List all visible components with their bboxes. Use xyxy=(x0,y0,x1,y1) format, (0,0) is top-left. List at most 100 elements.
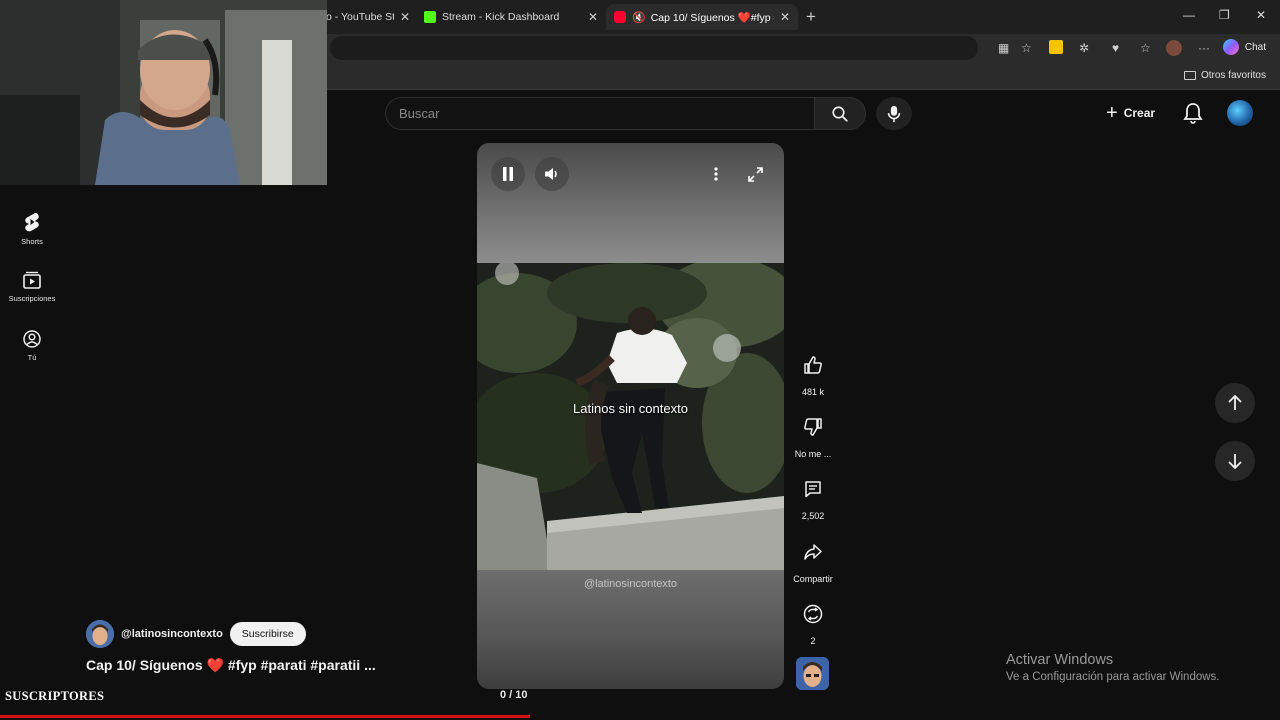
channel-name[interactable]: @latinosincontexto xyxy=(121,628,223,640)
channel-avatar-image xyxy=(86,620,114,648)
search-input[interactable]: Buscar xyxy=(385,97,815,130)
subscriber-goal-bar xyxy=(0,715,530,718)
search-icon xyxy=(832,105,848,122)
app-available-icon[interactable]: ▦ xyxy=(998,41,1009,55)
new-tab-button[interactable]: + xyxy=(806,7,816,27)
blurred-frame-top xyxy=(477,143,784,263)
performance-icon[interactable]: ♥ xyxy=(1112,41,1119,55)
subscribers-overlay-label: SUSCRIPTORES xyxy=(5,689,105,703)
like-count: 481 k xyxy=(801,387,825,397)
guide-label: Shorts xyxy=(21,237,43,246)
dislike-label: No me ... xyxy=(794,449,832,459)
next-short-button[interactable] xyxy=(1215,441,1255,481)
folder-icon xyxy=(1183,71,1196,80)
account-avatar[interactable] xyxy=(1227,100,1253,126)
muted-speaker-icon[interactable]: 🔇 xyxy=(632,11,646,24)
favorite-star-icon[interactable]: ☆ xyxy=(1021,41,1032,55)
extensions-puzzle-icon[interactable]: ✲ xyxy=(1079,41,1089,55)
close-icon[interactable]: ✕ xyxy=(588,10,598,24)
kick-icon xyxy=(424,11,436,23)
remix-count: 2 xyxy=(810,636,816,646)
share-label: Compartir xyxy=(793,574,833,584)
tab-title: Cap 10/ Síguenos ❤️#fyp #p xyxy=(650,11,774,24)
shorts-player[interactable]: Latinos sin contexto @latinosincontexto xyxy=(477,143,784,689)
webcam-image xyxy=(0,0,327,185)
voice-search-button[interactable] xyxy=(876,97,912,130)
extension-icon[interactable] xyxy=(1049,40,1063,54)
dislike-button[interactable]: No me ... xyxy=(790,412,836,459)
share-icon xyxy=(804,544,822,560)
plus-icon: + xyxy=(1106,101,1118,124)
more-options-button[interactable] xyxy=(699,157,733,191)
folder-label: Otros favoritos xyxy=(1200,70,1266,81)
comment-count: 2,502 xyxy=(801,511,825,521)
restore-icon[interactable]: ❐ xyxy=(1219,8,1230,22)
volume-button[interactable] xyxy=(535,157,569,191)
arrow-up-icon xyxy=(1228,395,1242,410)
share-button[interactable]: Compartir xyxy=(790,537,836,584)
you-icon xyxy=(23,330,41,348)
subscribe-button[interactable]: Suscribirse xyxy=(229,622,306,646)
more-vert-icon xyxy=(714,167,718,181)
arrow-down-icon xyxy=(1228,454,1242,469)
thumbs-down-icon xyxy=(804,418,822,436)
tab-youtube-studio[interactable]: o - YouTube Stu ✕ xyxy=(318,4,418,30)
comment-icon xyxy=(805,481,821,498)
shorts-icon xyxy=(25,212,39,232)
create-button[interactable]: + Crear xyxy=(1106,99,1155,127)
tab-kick-dashboard[interactable]: Stream - Kick Dashboard ✕ xyxy=(416,4,606,30)
video-frame xyxy=(477,263,784,570)
video-title[interactable]: Cap 10/ Síguenos ❤️ #fyp #parati #parati… xyxy=(86,657,376,674)
copilot-chat-button[interactable]: Chat xyxy=(1222,39,1266,55)
comments-button[interactable]: 2,502 xyxy=(790,474,836,521)
copilot-label: Chat xyxy=(1244,41,1266,53)
windows-activation-watermark: Activar Windows Ve a Configuración para … xyxy=(1006,652,1220,683)
close-icon[interactable]: ✕ xyxy=(400,10,410,24)
progress-counter: 0 / 10 xyxy=(500,689,528,701)
guide-item-subscriptions[interactable]: Suscripciones xyxy=(0,271,64,303)
video-watermark: @latinosincontexto xyxy=(583,578,678,590)
youtube-icon xyxy=(614,11,626,23)
more-menu-icon[interactable]: ··· xyxy=(1198,41,1210,55)
tab-youtube-short[interactable]: 🔇 Cap 10/ Síguenos ❤️#fyp #p ✕ xyxy=(606,4,798,30)
channel-avatar-image xyxy=(796,657,829,690)
title-suffix: #fyp #parati #paratii ... xyxy=(224,657,376,673)
guide-item-you[interactable]: Tú xyxy=(0,330,64,362)
previous-short-button[interactable] xyxy=(1215,383,1255,423)
collections-icon[interactable]: ☆ xyxy=(1140,41,1151,55)
title-prefix: Cap 10/ Síguenos xyxy=(86,657,207,673)
guide-label: Tú xyxy=(27,353,37,362)
volume-icon xyxy=(545,168,557,180)
channel-avatar[interactable] xyxy=(86,620,114,648)
microphone-icon xyxy=(887,105,901,122)
notifications-bell-icon[interactable] xyxy=(1183,102,1203,124)
video-overlay-text: Latinos sin contexto xyxy=(573,401,688,416)
profile-avatar-icon[interactable] xyxy=(1166,40,1182,56)
tab-title: o - YouTube Stu xyxy=(326,11,394,23)
webcam-overlay xyxy=(0,0,327,185)
channel-thumbnail[interactable] xyxy=(796,657,829,690)
subscriptions-icon xyxy=(23,271,41,289)
channel-row: @latinosincontexto Suscribirse xyxy=(86,620,306,648)
create-label: Crear xyxy=(1123,106,1156,120)
thumbs-up-icon xyxy=(804,356,822,374)
fullscreen-button[interactable] xyxy=(738,157,772,191)
address-bar[interactable] xyxy=(330,36,978,60)
expand-icon xyxy=(747,166,763,182)
like-button[interactable]: 481 k xyxy=(790,350,836,397)
heart-emoji: ❤️ xyxy=(206,657,225,673)
search-placeholder: Buscar xyxy=(399,106,440,121)
copilot-icon xyxy=(1222,39,1239,55)
other-favorites-folder[interactable]: Otros favoritos xyxy=(1183,70,1266,81)
window-close-icon[interactable]: ✕ xyxy=(1256,8,1266,22)
pause-button[interactable] xyxy=(491,157,525,191)
close-icon[interactable]: ✕ xyxy=(780,10,790,24)
minimize-icon[interactable]: — xyxy=(1183,8,1195,22)
remix-button[interactable]: 2 xyxy=(790,599,836,646)
tab-title: Stream - Kick Dashboard xyxy=(442,11,560,23)
activation-title: Activar Windows xyxy=(1006,652,1114,668)
guide-label: Suscripciones xyxy=(8,294,56,303)
guide-item-shorts[interactable]: Shorts xyxy=(0,212,64,246)
activation-subtitle: Ve a Configuración para activar Windows. xyxy=(1006,671,1220,683)
search-button[interactable] xyxy=(814,97,866,130)
